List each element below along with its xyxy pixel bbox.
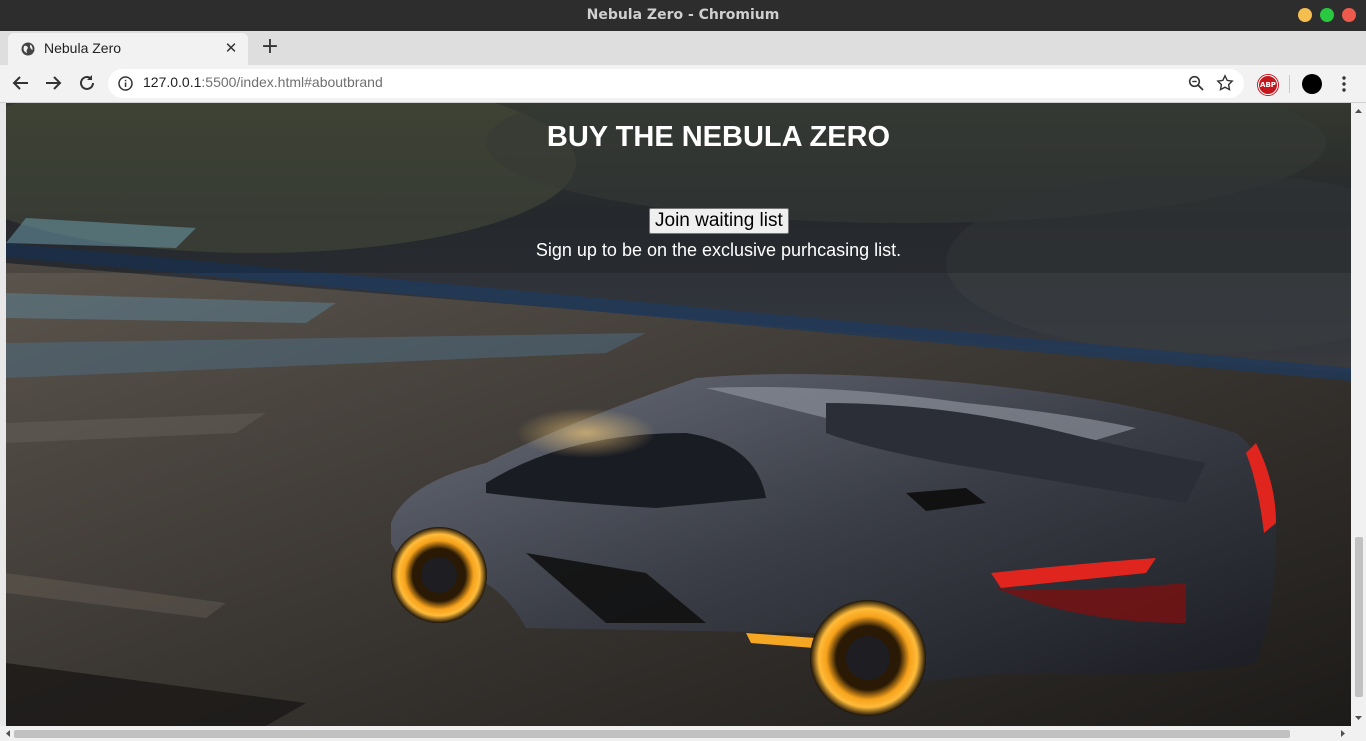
maximize-button[interactable]	[1320, 8, 1334, 22]
page-viewport: BUY THE NEBULA ZERO Join waiting list Si…	[6, 103, 1351, 726]
vertical-scrollbar[interactable]	[1351, 103, 1366, 726]
reload-icon	[80, 75, 94, 90]
join-waiting-list-button[interactable]: Join waiting list	[649, 208, 789, 234]
zoom-icon[interactable]	[1188, 75, 1204, 91]
horizontal-scroll-thumb[interactable]	[14, 730, 1290, 738]
tab-title: Nebula Zero	[44, 40, 122, 56]
hero-background-image	[6, 103, 1351, 726]
arrow-right-icon	[46, 76, 62, 90]
window-titlebar: Nebula Zero - Chromium	[0, 0, 1366, 31]
toolbar-divider	[1289, 75, 1290, 93]
window-title: Nebula Zero - Chromium	[586, 7, 780, 23]
hero-heading: BUY THE NEBULA ZERO	[546, 121, 891, 153]
scroll-down-icon[interactable]	[1351, 712, 1366, 724]
tab-close-icon[interactable]: ✕	[222, 39, 240, 57]
tab-nebula-zero[interactable]: Nebula Zero ✕	[8, 33, 248, 65]
adblock-extension-icon[interactable]: ABP	[1258, 75, 1278, 95]
url-host: 127.0.0.1	[143, 74, 202, 90]
scroll-up-icon[interactable]	[1351, 105, 1366, 117]
url-text: 127.0.0.1:5500/index.html#aboutbrand	[143, 74, 383, 90]
close-window-button[interactable]	[1342, 8, 1356, 22]
arrow-left-icon	[12, 76, 28, 90]
kebab-menu-icon[interactable]	[1336, 74, 1352, 94]
back-button[interactable]	[9, 71, 33, 95]
tab-strip: Nebula Zero ✕ +	[0, 31, 1366, 65]
forward-button[interactable]	[41, 71, 65, 95]
new-tab-button[interactable]: +	[260, 35, 280, 59]
vertical-scroll-thumb[interactable]	[1355, 537, 1363, 697]
minimize-button[interactable]	[1298, 8, 1312, 22]
globe-icon	[21, 42, 35, 56]
info-icon[interactable]	[118, 76, 133, 91]
scroll-right-icon[interactable]	[1337, 726, 1349, 741]
browser-toolbar: 127.0.0.1:5500/index.html#aboutbrand ABP	[0, 65, 1366, 103]
address-bar[interactable]: 127.0.0.1:5500/index.html#aboutbrand	[108, 69, 1244, 98]
url-path: :5500/index.html#aboutbrand	[201, 74, 383, 90]
reload-button[interactable]	[75, 71, 99, 95]
profile-avatar-icon[interactable]	[1302, 74, 1322, 94]
bookmark-star-icon[interactable]	[1216, 74, 1234, 92]
hero-subtext: Sign up to be on the exclusive purhcasin…	[535, 240, 902, 260]
horizontal-scrollbar[interactable]	[0, 726, 1366, 741]
scroll-left-icon[interactable]	[2, 726, 14, 741]
